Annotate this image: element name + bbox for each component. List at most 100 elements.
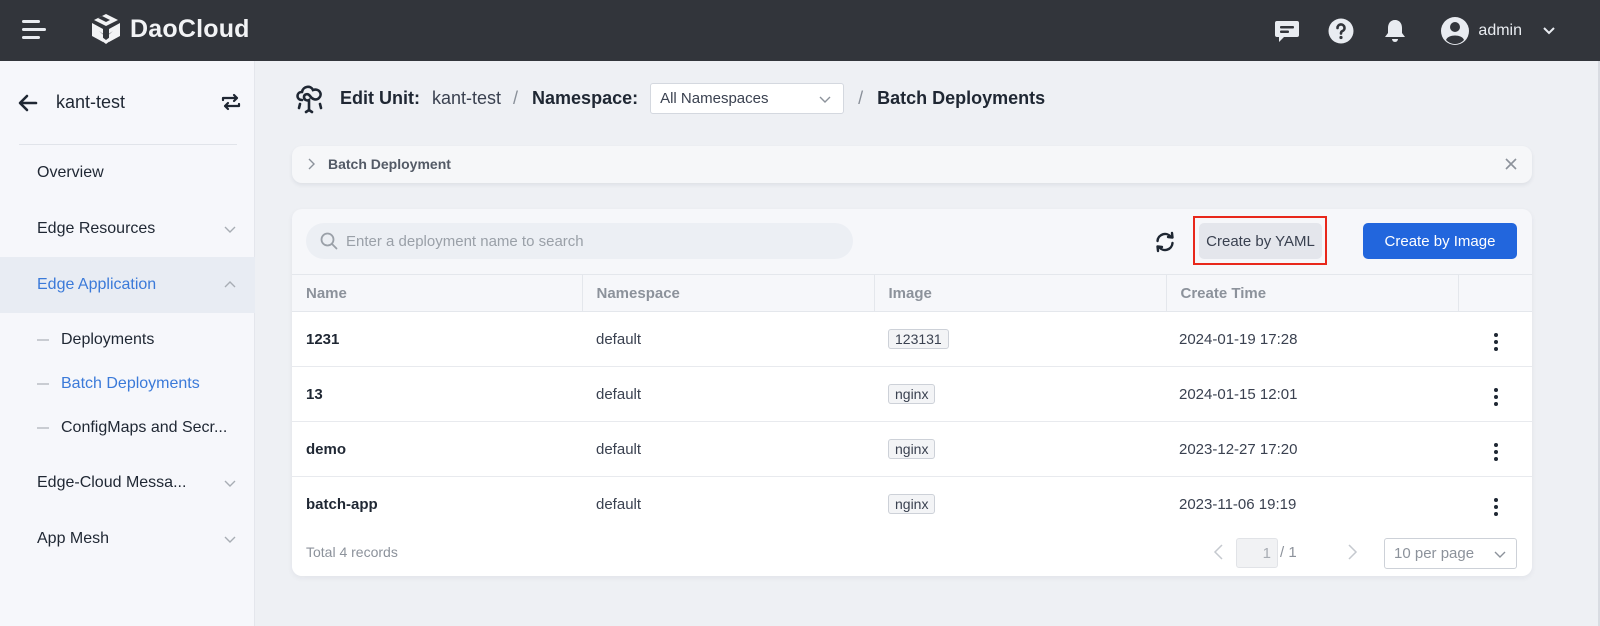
cell-image: nginx bbox=[874, 366, 1166, 422]
image-tag: nginx bbox=[888, 384, 936, 404]
unit-title: kant-test bbox=[56, 92, 126, 112]
cell-image: nginx bbox=[874, 476, 1166, 532]
menu-icon[interactable] bbox=[22, 20, 48, 42]
image-tag: nginx bbox=[888, 494, 936, 514]
cell-image: nginx bbox=[874, 421, 1166, 477]
column-header-name[interactable]: Name bbox=[292, 274, 583, 312]
cell-create-time: 2024-01-15 12:01 bbox=[1166, 366, 1458, 422]
chevron-down-icon bbox=[224, 480, 236, 487]
cell-namespace: default bbox=[582, 366, 874, 422]
back-arrow-icon[interactable] bbox=[16, 91, 40, 115]
sidebar-item-label: App Mesh bbox=[37, 530, 110, 547]
sidebar-subitem-label: Deployments bbox=[61, 331, 155, 348]
more-actions-icon[interactable] bbox=[1484, 385, 1508, 409]
edit-unit-label: Edit Unit: bbox=[340, 87, 420, 108]
sidebar-item-overview[interactable]: Overview bbox=[0, 145, 255, 201]
cell-name[interactable]: demo bbox=[292, 421, 582, 477]
total-records: Total 4 records bbox=[306, 544, 398, 560]
sidebar-item-label: Edge Application bbox=[37, 276, 157, 293]
create-by-image-button[interactable]: Create by Image bbox=[1363, 223, 1517, 259]
dash-icon bbox=[37, 339, 49, 341]
user-menu[interactable]: admin bbox=[1440, 16, 1556, 46]
cell-name[interactable]: batch-app bbox=[292, 476, 582, 532]
search-icon bbox=[320, 232, 338, 250]
table-row[interactable]: demo default nginx 2023-12-27 17:20 bbox=[292, 421, 1532, 477]
cell-name[interactable]: 1231 bbox=[292, 311, 582, 367]
namespace-selected: All Namespaces bbox=[660, 89, 769, 107]
image-tag: 123131 bbox=[888, 329, 949, 349]
more-actions-icon[interactable] bbox=[1484, 330, 1508, 354]
per-page-select[interactable]: 10 per page bbox=[1384, 538, 1517, 569]
cell-namespace: default bbox=[582, 476, 874, 532]
sidebar-subitem-deployments[interactable]: Deployments bbox=[0, 318, 255, 362]
sidebar-item-edge-application[interactable]: Edge Application bbox=[0, 257, 255, 313]
chevron-left-icon[interactable] bbox=[1212, 543, 1226, 561]
breadcrumb-separator: / bbox=[858, 87, 864, 108]
chevron-down-icon bbox=[1494, 551, 1506, 558]
sidebar: kant-test Overview Edge Resources Edge A… bbox=[0, 61, 255, 626]
table-row[interactable]: 1231 default 123131 2024-01-19 17:28 bbox=[292, 311, 1532, 367]
cell-create-time: 2024-01-19 17:28 bbox=[1166, 311, 1458, 367]
per-page-value: 10 per page bbox=[1394, 545, 1475, 562]
cell-actions bbox=[1458, 366, 1532, 422]
chevron-right-icon[interactable] bbox=[1345, 543, 1359, 561]
sidebar-item-edge-resources[interactable]: Edge Resources bbox=[0, 201, 255, 257]
more-actions-icon[interactable] bbox=[1484, 495, 1508, 519]
chevron-down-icon bbox=[819, 96, 831, 103]
column-header-image[interactable]: Image bbox=[874, 274, 1167, 312]
switch-icon[interactable] bbox=[220, 91, 242, 113]
edge-unit-icon bbox=[296, 85, 323, 114]
search-input[interactable] bbox=[346, 232, 846, 250]
daocloud-logo-icon bbox=[92, 14, 120, 44]
sidebar-subitem-configmaps[interactable]: ConfigMaps and Secr... bbox=[0, 406, 255, 450]
total-pages: / 1 bbox=[1280, 544, 1297, 561]
top-header: DaoCloud admin bbox=[0, 0, 1600, 61]
image-tag: nginx bbox=[888, 439, 936, 459]
sidebar-subitem-batch-deployments[interactable]: Batch Deployments bbox=[0, 362, 255, 406]
close-icon[interactable] bbox=[1505, 158, 1517, 170]
cell-name[interactable]: 13 bbox=[292, 366, 582, 422]
sidebar-subitem-label: Batch Deployments bbox=[61, 375, 200, 392]
create-by-yaml-button[interactable]: Create by YAML bbox=[1199, 223, 1322, 259]
column-header-create-time[interactable]: Create Time bbox=[1166, 274, 1459, 312]
chevron-up-icon bbox=[224, 281, 236, 288]
bell-icon[interactable] bbox=[1380, 16, 1410, 46]
namespace-label: Namespace: bbox=[532, 87, 639, 108]
sidebar-item-app-mesh[interactable]: App Mesh bbox=[0, 511, 255, 567]
deployments-card: Create by YAML Create by Image Name Name… bbox=[292, 209, 1532, 576]
table-row[interactable]: 13 default nginx 2024-01-15 12:01 bbox=[292, 366, 1532, 422]
breadcrumb-current: Batch Deployments bbox=[877, 87, 1046, 108]
chevron-down-icon bbox=[224, 226, 236, 233]
help-icon[interactable] bbox=[1326, 16, 1356, 46]
edit-unit-value[interactable]: kant-test bbox=[432, 88, 501, 109]
cell-actions bbox=[1458, 476, 1532, 532]
cell-actions bbox=[1458, 311, 1532, 367]
table-row[interactable]: batch-app default nginx 2023-11-06 19:19 bbox=[292, 476, 1532, 532]
more-actions-icon[interactable] bbox=[1484, 440, 1508, 464]
cell-actions bbox=[1458, 421, 1532, 477]
column-header-namespace[interactable]: Namespace bbox=[582, 274, 875, 312]
banner-title: Batch Deployment bbox=[328, 156, 451, 172]
sidebar-item-label: Edge Resources bbox=[37, 220, 156, 237]
cell-namespace: default bbox=[582, 311, 874, 367]
breadcrumb-separator: / bbox=[513, 87, 519, 108]
message-icon[interactable] bbox=[1272, 16, 1302, 46]
deployments-table: Name Namespace Image Create Time 1231 de… bbox=[292, 274, 1532, 532]
logo[interactable]: DaoCloud bbox=[88, 12, 250, 46]
namespace-select[interactable]: All Namespaces bbox=[650, 82, 845, 114]
user-avatar-icon bbox=[1441, 16, 1470, 45]
sidebar-item-edge-cloud-messaging[interactable]: Edge-Cloud Messa... bbox=[0, 455, 255, 511]
refresh-icon[interactable] bbox=[1153, 230, 1177, 254]
sidebar-subitem-label: ConfigMaps and Secr... bbox=[61, 419, 228, 436]
table-footer: Total 4 records / 1 10 per page bbox=[292, 529, 1532, 576]
chevron-down-icon bbox=[224, 536, 236, 543]
chevron-right-icon[interactable] bbox=[306, 158, 316, 170]
breadcrumb: Edit Unit: kant-test / Namespace: All Na… bbox=[292, 80, 1045, 116]
cell-create-time: 2023-12-27 17:20 bbox=[1166, 421, 1458, 477]
info-banner[interactable]: Batch Deployment bbox=[292, 146, 1532, 183]
dash-icon bbox=[37, 383, 49, 385]
brand-name: DaoCloud bbox=[130, 14, 250, 43]
page-number-input[interactable] bbox=[1236, 538, 1278, 568]
cell-create-time: 2023-11-06 19:19 bbox=[1166, 476, 1458, 532]
search-box[interactable] bbox=[306, 223, 853, 259]
